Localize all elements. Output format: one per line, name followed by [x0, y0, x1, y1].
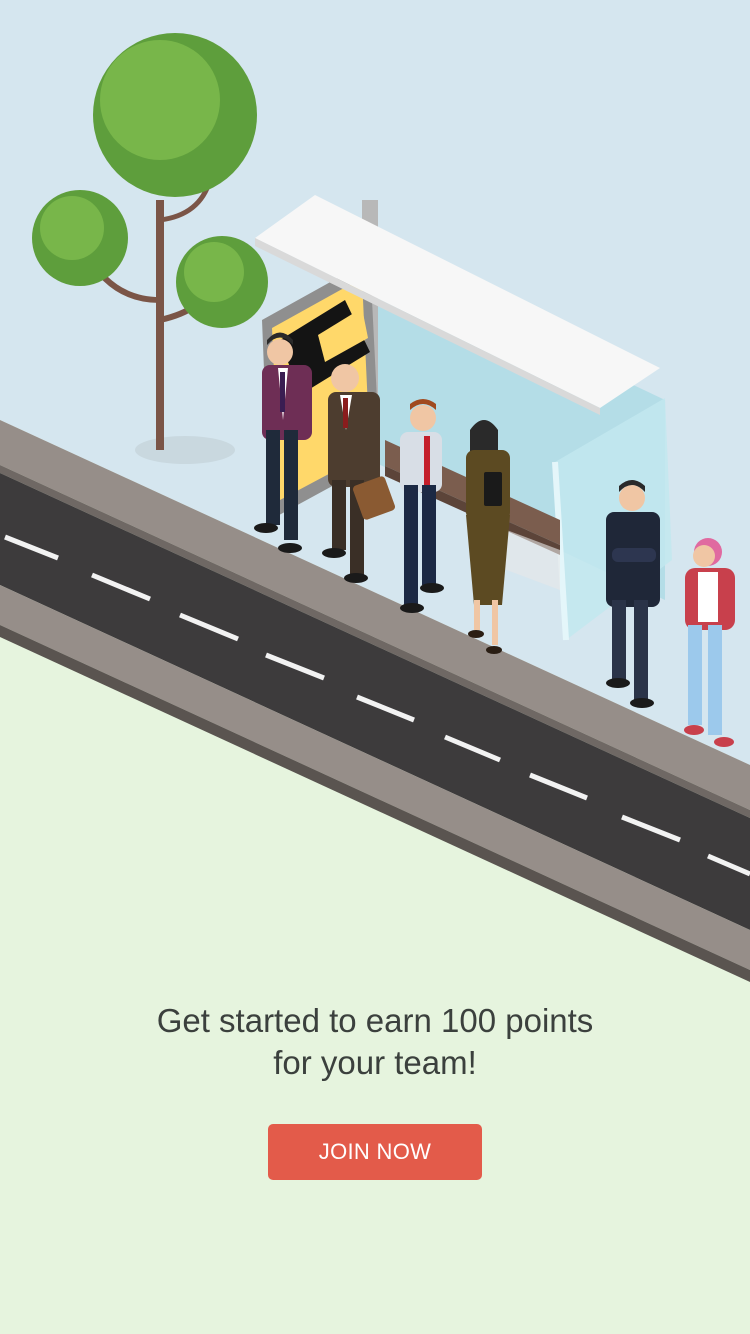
join-now-button[interactable]: JOIN NOW	[268, 1124, 482, 1180]
onboarding-screen: Get started to earn 100 points for your …	[0, 0, 750, 1334]
promo-line-2: for your team!	[273, 1044, 477, 1081]
promo-line-1: Get started to earn 100 points	[156, 1002, 594, 1039]
cta-section: Get started to earn 100 points for your …	[0, 1000, 750, 1180]
